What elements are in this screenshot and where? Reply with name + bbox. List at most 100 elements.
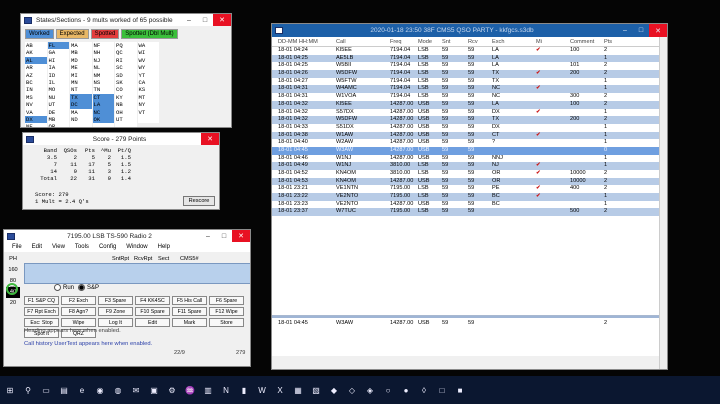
- mail-icon[interactable]: ✉: [130, 384, 142, 396]
- state-cell[interactable]: OR: [47, 123, 69, 127]
- menu-window[interactable]: Window: [126, 244, 147, 250]
- app-icon[interactable]: ◈: [364, 384, 376, 396]
- state-cell[interactable]: MA: [70, 42, 92, 50]
- state-cell[interactable]: DE: [47, 108, 69, 117]
- state-cell[interactable]: GA: [47, 49, 69, 57]
- log-row[interactable]: 18-01 04:53 KN4OM 14287.00 USB 59 59 OR 10000 2: [272, 177, 667, 186]
- state-cell[interactable]: [92, 123, 114, 127]
- state-cell[interactable]: NL: [92, 64, 114, 72]
- state-cell[interactable]: NU: [47, 93, 69, 102]
- state-cell[interactable]: ND: [70, 116, 92, 124]
- log-row[interactable]: 18-01 04:25 AE5LB 7194.04 LSB 59 59 LA 1: [272, 54, 667, 63]
- radio-icon[interactable]: ♒: [184, 384, 196, 396]
- log-col-header[interactable]: Pts: [604, 37, 624, 47]
- run-radio[interactable]: Run: [54, 284, 74, 291]
- rescore-button[interactable]: Rescore: [183, 196, 215, 206]
- state-cell[interactable]: FL: [47, 42, 69, 50]
- state-cell[interactable]: MS: [25, 93, 47, 102]
- fkey-button[interactable]: F4 KK4SC: [135, 296, 170, 305]
- state-cell[interactable]: QC: [115, 49, 137, 57]
- maximize-icon[interactable]: □: [633, 24, 649, 37]
- state-cell[interactable]: AL: [25, 56, 47, 65]
- state-cell[interactable]: SD: [115, 71, 137, 80]
- band-PH[interactable]: PH: [6, 254, 20, 265]
- fkey-button[interactable]: Mark: [172, 318, 207, 327]
- state-cell[interactable]: OH: [115, 108, 137, 117]
- state-cell[interactable]: [70, 123, 92, 127]
- state-cell[interactable]: NB: [115, 101, 137, 109]
- notepad-icon[interactable]: ▧: [310, 384, 322, 396]
- chrome-icon[interactable]: ◍: [112, 384, 124, 396]
- fkey-button[interactable]: F9 Zone: [98, 307, 133, 316]
- state-cell[interactable]: MO: [47, 86, 69, 94]
- band-20[interactable]: 20: [6, 298, 20, 309]
- log-col-header[interactable]: Mode: [418, 37, 442, 47]
- log-row[interactable]: 18-01 04:38 W1AW 14287.00 USB 59 59 CT ✔ 1: [272, 131, 667, 140]
- app-icon[interactable]: ●: [400, 384, 412, 396]
- state-cell[interactable]: NH: [92, 49, 114, 57]
- log-row[interactable]: 18-01 23:22 VE2NTO 7195.00 LSB 59 59 BC ✔ 1: [272, 193, 667, 201]
- state-cell[interactable]: AK: [25, 49, 47, 57]
- state-cell[interactable]: AB: [25, 42, 47, 50]
- state-cell[interactable]: MN: [70, 79, 92, 87]
- minimize-icon[interactable]: –: [617, 24, 633, 37]
- menu-edit[interactable]: Edit: [32, 244, 42, 250]
- log-row[interactable]: 18-01 04:52 KN4OM 3810.00 LSB 59 59 OR ✔ 10000 2: [272, 170, 667, 178]
- task-view-icon[interactable]: ▭: [40, 384, 52, 396]
- state-cell[interactable]: MA: [70, 108, 92, 117]
- fkey-button[interactable]: Log It: [98, 318, 133, 327]
- state-cell[interactable]: CT: [92, 93, 114, 102]
- log-row[interactable]: 18-01 04:33 S51DX 14287.00 USB 59 59 DX 1: [272, 123, 667, 132]
- close-icon[interactable]: ✕: [201, 133, 219, 145]
- app-icon[interactable]: ■: [454, 384, 466, 396]
- log-col-header[interactable]: Comment: [570, 37, 604, 47]
- state-cell[interactable]: OK: [92, 116, 114, 124]
- state-cell[interactable]: TX: [70, 93, 92, 102]
- state-cell[interactable]: KS: [137, 86, 159, 94]
- log-scrollbar[interactable]: [659, 37, 667, 369]
- state-cell[interactable]: MI: [70, 71, 92, 80]
- state-cell[interactable]: NJ: [92, 56, 114, 65]
- state-cell[interactable]: RI: [115, 56, 137, 65]
- fkey-button[interactable]: F8 Agn?: [61, 307, 96, 316]
- score-title-bar[interactable]: Score - 279 Points ✕: [23, 133, 219, 145]
- log-row[interactable]: 18-01 04:32 S57DX 14287.00 USB 59 59 DX ✔ 1: [272, 108, 667, 117]
- log-row[interactable]: 18-01 04:32 KI5EE 14287.00 USB 59 59 LA 100 2: [272, 100, 667, 109]
- state-cell[interactable]: HI: [47, 56, 69, 65]
- state-cell[interactable]: TN: [92, 86, 114, 94]
- excel-icon[interactable]: X: [274, 384, 286, 396]
- state-cell[interactable]: IA: [47, 64, 69, 72]
- log-col-header[interactable]: Mi: [536, 37, 570, 47]
- fkey-button[interactable]: F3 Spare: [98, 296, 133, 305]
- log-row[interactable]: 18-01 04:26 W5DFW 7194.04 LSB 59 59 TX ✔ 200 2: [272, 70, 667, 78]
- fkey-button[interactable]: F2 Exch: [61, 296, 96, 305]
- entry-title-bar[interactable]: 7195.00 LSB TS-590 Radio 2 – □ ✕: [4, 230, 250, 242]
- state-cell[interactable]: LA: [92, 101, 114, 109]
- fkey-button[interactable]: F10 Spare: [135, 307, 170, 316]
- menu-help[interactable]: Help: [158, 244, 170, 250]
- state-cell[interactable]: DC: [70, 101, 92, 109]
- app-icon[interactable]: ◇: [346, 384, 358, 396]
- log-row[interactable]: 18-01 23:23 VE2NTO 14287.00 USB 59 59 BC 1: [272, 200, 667, 209]
- log-row[interactable]: 18-01 04:49 W1NJ 3810.00 LSB 59 59 NJ ✔ 1: [272, 162, 667, 170]
- menu-tools[interactable]: Tools: [75, 244, 89, 250]
- state-cell[interactable]: MD: [70, 56, 92, 65]
- log-row[interactable]: 18-01 04:32 W5DFW 14287.00 USB 59 59 TX 200 2: [272, 116, 667, 124]
- minimize-icon[interactable]: –: [181, 14, 197, 26]
- app-icon[interactable]: ◊: [418, 384, 430, 396]
- log-row[interactable]: 18-01 23:37 W7TUC 7195.00 LSB 59 59 500 2: [272, 208, 667, 217]
- state-cell[interactable]: BC: [25, 79, 47, 87]
- minimize-icon[interactable]: –: [200, 230, 216, 242]
- state-cell[interactable]: AZ: [25, 71, 47, 80]
- state-cell[interactable]: CA: [137, 79, 159, 87]
- search-icon[interactable]: ⚲: [22, 384, 34, 396]
- calc-icon[interactable]: ▦: [292, 384, 304, 396]
- log-col-header[interactable]: Snt: [442, 37, 468, 47]
- state-cell[interactable]: KY: [115, 93, 137, 102]
- state-cell[interactable]: WV: [137, 56, 159, 65]
- word-icon[interactable]: W: [256, 384, 268, 396]
- state-cell[interactable]: WI: [137, 49, 159, 57]
- state-cell[interactable]: DX: [25, 116, 47, 124]
- state-cell[interactable]: MB: [47, 116, 69, 124]
- fkey-button[interactable]: F1 S&P CQ: [24, 296, 59, 305]
